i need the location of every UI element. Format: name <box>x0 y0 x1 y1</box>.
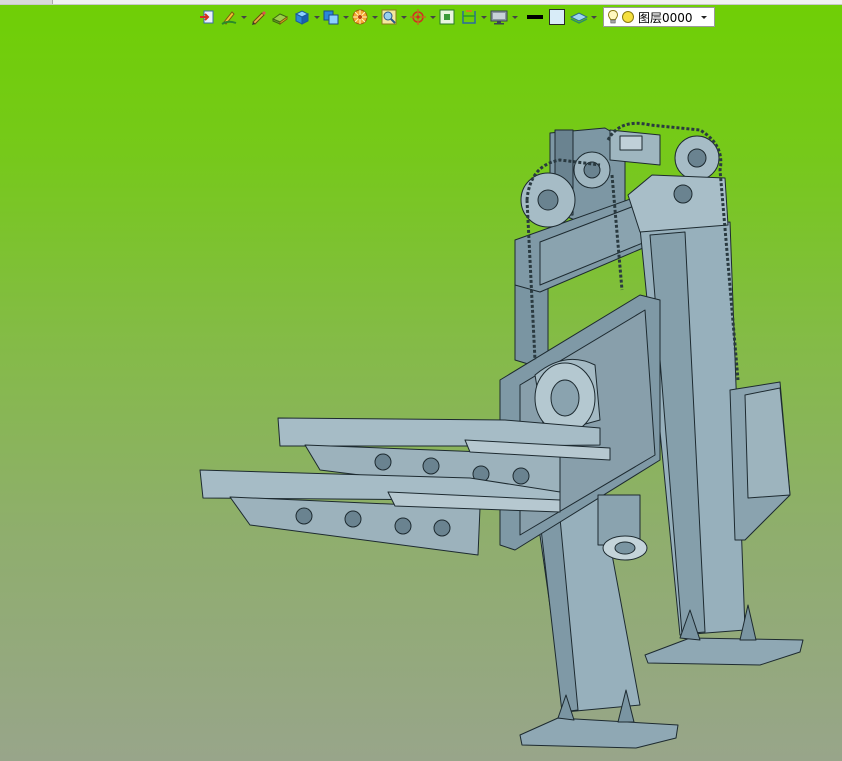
zoom-view-button[interactable] <box>378 6 400 28</box>
line-weight-button[interactable] <box>524 6 546 28</box>
display-dropdown[interactable] <box>511 6 518 28</box>
line-weight-icon <box>527 15 543 19</box>
layers-dropdown[interactable] <box>590 6 597 28</box>
left-foot <box>519 717 679 749</box>
layers-button[interactable] <box>568 6 590 28</box>
solid-cube-icon <box>294 10 310 25</box>
display-button[interactable] <box>487 6 511 28</box>
right-column-cap <box>627 174 729 233</box>
render-dropdown[interactable] <box>371 6 378 28</box>
sketch-dropdown[interactable] <box>240 6 247 28</box>
copy-view-button[interactable] <box>320 6 342 28</box>
copy-view-icon <box>323 10 339 25</box>
layer-select[interactable]: 图层0000 <box>603 7 715 27</box>
pen-sketch-icon <box>221 11 237 25</box>
locate-button[interactable] <box>407 6 429 28</box>
layers-icon <box>570 12 588 24</box>
solid-cube-button[interactable] <box>291 6 313 28</box>
import-button[interactable] <box>196 6 218 28</box>
chevron-down-icon[interactable] <box>697 16 711 19</box>
eraser-block-icon <box>271 13 289 25</box>
view-toolbar: 图层0000 <box>196 4 715 30</box>
section-dropdown[interactable] <box>480 6 487 28</box>
section-button[interactable] <box>458 6 480 28</box>
fit-view-button[interactable] <box>436 6 458 28</box>
color-box-button[interactable] <box>546 6 568 28</box>
render-button[interactable] <box>349 6 371 28</box>
zoom-view-icon <box>381 9 397 25</box>
monitor-display-icon <box>490 10 508 25</box>
locate-target-icon <box>410 9 426 25</box>
layer-name: 图层0000 <box>638 10 693 25</box>
pencil-icon <box>252 11 266 25</box>
machine-model[interactable] <box>0 30 842 761</box>
render-wheel-icon <box>352 9 368 25</box>
pencil-button[interactable] <box>247 6 269 28</box>
solid-dropdown[interactable] <box>313 6 320 28</box>
sun-icon[interactable] <box>621 10 635 24</box>
fit-view-icon <box>439 9 455 25</box>
right-foot <box>644 637 804 666</box>
locate-dropdown[interactable] <box>429 6 436 28</box>
copy-view-dropdown[interactable] <box>342 6 349 28</box>
3d-viewport[interactable] <box>0 30 842 761</box>
eraser-block-button[interactable] <box>269 6 291 28</box>
active-tab[interactable] <box>0 0 53 4</box>
sketch-button[interactable] <box>218 6 240 28</box>
import-icon <box>200 10 214 24</box>
section-icon <box>462 10 476 24</box>
zoom-dropdown[interactable] <box>400 6 407 28</box>
color-box-icon <box>549 9 565 25</box>
lightbulb-icon[interactable] <box>607 9 619 25</box>
